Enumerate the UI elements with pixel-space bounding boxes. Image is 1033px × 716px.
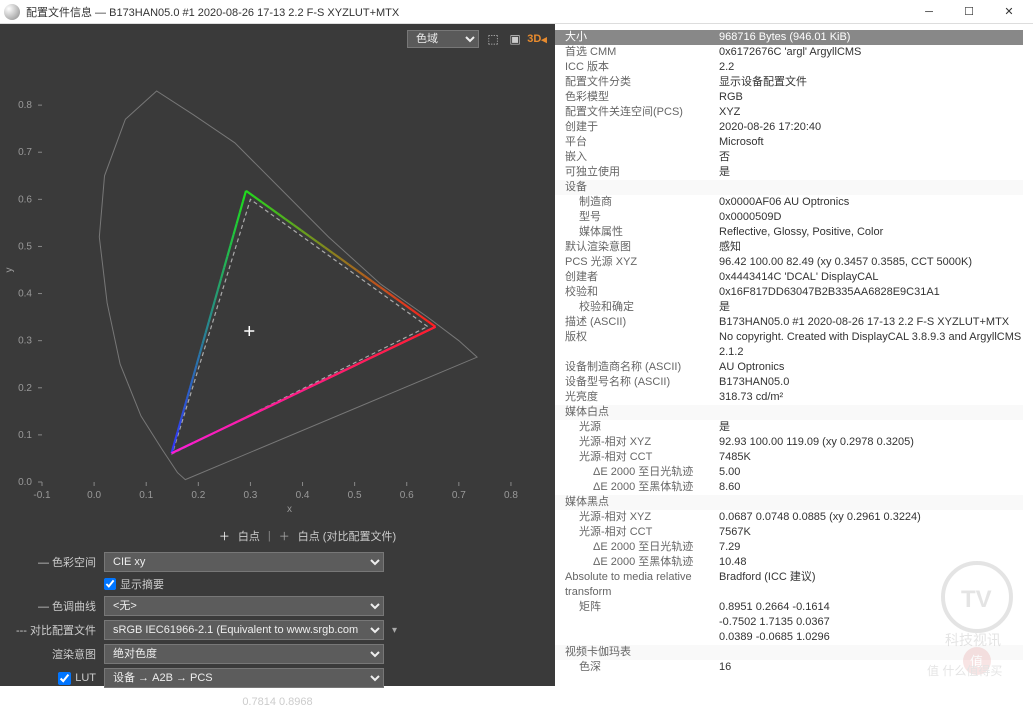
prop-row: -0.7502 1.7135 0.0367 [555,615,1023,630]
svg-text:0.3: 0.3 [18,336,32,347]
browse-icon[interactable]: ▾ [392,625,397,636]
prop-row: 光源是 [555,420,1023,435]
app-icon [4,4,20,20]
whitepoint-profile-label: 白点 [238,528,260,544]
save-icon[interactable]: ▣ [507,31,523,47]
lut-checkbox[interactable] [58,672,71,685]
prop-row: 配置文件关连空间(PCS)XYZ [555,105,1023,120]
svg-text:0.8: 0.8 [504,490,518,501]
prop-row: PCS 光源 XYZ96.42 100.00 82.49 (xy 0.3457 … [555,255,1023,270]
prop-row: 媒体黑点 [555,495,1023,510]
prop-row: 校验和确定是 [555,300,1023,315]
maximize-button[interactable]: ☐ [949,0,989,24]
load-icon[interactable]: ⬚ [485,31,501,47]
svg-text:0.1: 0.1 [18,430,32,441]
prop-row: 矩阵0.8951 0.2664 -0.1614 [555,600,1023,615]
prop-row: 光源-相对 CCT7485K [555,450,1023,465]
prop-row: 默认渲染意图感知 [555,240,1023,255]
close-button[interactable]: ✕ [989,0,1029,24]
svg-text:0.4: 0.4 [296,490,310,501]
prop-row: 首选 CMM0x6172676C 'argl' ArgyllCMS [555,45,1023,60]
whitepoint-ref-label: 白点 (对比配置文件) [298,528,396,544]
svg-text:0.1: 0.1 [139,490,153,501]
compare-label: --- 对比配置文件 [10,622,96,638]
prop-row: 设备型号名称 (ASCII)B173HAN05.0 [555,375,1023,390]
trc-label: — 色调曲线 [10,598,96,614]
prop-row: 光源-相对 XYZ0.0687 0.0748 0.0885 (xy 0.2961… [555,510,1023,525]
prop-row: 创建者0x4443414C 'DCAL' DisplayCAL [555,270,1023,285]
svg-text:0.0: 0.0 [87,490,101,501]
prop-row: 版权No copyright. Created with DisplayCAL … [555,330,1023,360]
prop-row: ΔE 2000 至日光轨迹7.29 [555,540,1023,555]
prop-row: 配置文件分类显示设备配置文件 [555,75,1023,90]
svg-text:0.4: 0.4 [18,289,32,300]
svg-text:0.6: 0.6 [400,490,414,501]
prop-row: 光源-相对 CCT7567K [555,525,1023,540]
svg-text:0.8: 0.8 [18,100,32,111]
prop-row: 色彩模型RGB [555,90,1023,105]
prop-row: 色深16 [555,660,1023,675]
svg-text:0.6: 0.6 [18,194,32,205]
prop-row: 型号0x0000509D [555,210,1023,225]
prop-row: 可独立使用是 [555,165,1023,180]
svg-text:y: y [4,268,15,273]
prop-row: 视频卡伽玛表 [555,645,1023,660]
svg-text:0.3: 0.3 [243,490,257,501]
prop-row: 光亮度318.73 cd/m² [555,390,1023,405]
minimize-button[interactable]: ─ [909,0,949,24]
prop-row: 0.0389 -0.0685 1.0296 [555,630,1023,645]
lut-select[interactable]: 设备 → A2B → PCS [104,668,384,688]
prop-row: 光源-相对 XYZ92.93 100.00 119.09 (xy 0.2978 … [555,435,1023,450]
prop-row: 大小968716 Bytes (946.01 KiB) [555,30,1023,45]
prop-row: ΔE 2000 至黑体轨迹10.48 [555,555,1023,570]
prop-row: 描述 (ASCII)B173HAN05.0 #1 2020-08-26 17-1… [555,315,1023,330]
gamut-select[interactable]: 色域 [407,30,479,48]
svg-text:0.2: 0.2 [191,490,205,501]
properties-panel[interactable]: 大小968716 Bytes (946.01 KiB)首选 CMM0x61726… [555,24,1033,686]
prop-row: 设备制造商名称 (ASCII)AU Optronics [555,360,1023,375]
compare-select[interactable]: sRGB IEC61966-2.1 (Equivalent to www.srg… [104,620,384,640]
window-title: 配置文件信息 — B173HAN05.0 #1 2020-08-26 17-13… [26,4,909,20]
svg-text:0.0: 0.0 [18,477,32,488]
prop-row: 媒体属性Reflective, Glossy, Positive, Color [555,225,1023,240]
prop-row: ΔE 2000 至黑体轨迹8.60 [555,480,1023,495]
svg-text:0.2: 0.2 [18,383,32,394]
titlebar: 配置文件信息 — B173HAN05.0 #1 2020-08-26 17-13… [0,0,1033,24]
prop-row: ΔE 2000 至日光轨迹5.00 [555,465,1023,480]
svg-text:0.5: 0.5 [18,241,32,252]
chromaticity-chart: -0.10.00.10.20.30.40.50.60.70.80.00.10.2… [0,48,555,518]
gamut-panel: 色域 ⬚ ▣ 3D◂ -0.10.00.10.20.30.40.50.60.70… [0,24,555,686]
prop-row: 平台Microsoft [555,135,1023,150]
footer-coords: 0.7814 0.8968 [10,692,545,708]
prop-row: 校验和0x16F817DD63047B2B335AA6828E9C31A1 [555,285,1023,300]
prop-row: ICC 版本2.2 [555,60,1023,75]
intent-select[interactable]: 绝对色度 [104,644,384,664]
3d-icon[interactable]: 3D◂ [529,31,545,47]
prop-row: 制造商0x0000AF06 AU Optronics [555,195,1023,210]
show-outline-checkbox[interactable]: 显示摘要 [104,576,164,592]
intent-label: 渲染意图 [10,646,96,662]
prop-row: 创建于2020-08-26 17:20:40 [555,120,1023,135]
svg-text:x: x [287,504,292,515]
prop-row: Absolute to media relative transformBrad… [555,570,1023,600]
svg-text:-0.1: -0.1 [33,490,51,501]
colorspace-label: — 色彩空间 [10,554,96,570]
colorspace-select[interactable]: CIE xy [104,552,384,572]
svg-text:0.7: 0.7 [18,147,32,158]
trc-select[interactable]: <无> [104,596,384,616]
prop-row: 设备 [555,180,1023,195]
prop-row: 媒体白点 [555,405,1023,420]
svg-text:0.5: 0.5 [348,490,362,501]
svg-text:0.7: 0.7 [452,490,466,501]
prop-row: 嵌入否 [555,150,1023,165]
